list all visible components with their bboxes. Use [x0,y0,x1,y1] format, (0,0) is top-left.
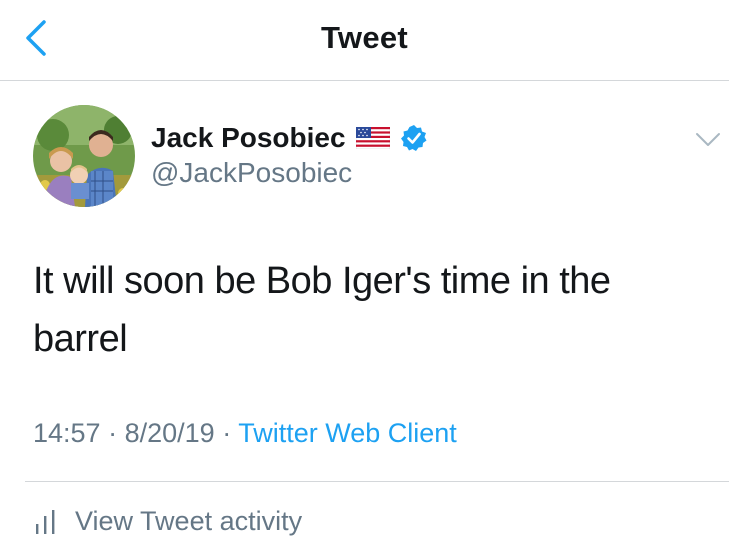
verified-badge-icon [400,125,427,151]
us-flag-icon [355,127,390,149]
tweet-date: 8/20/19 [124,418,215,448]
author-name-row: Jack Posobiec [151,118,428,158]
view-tweet-activity-button[interactable]: View Tweet activity [33,506,302,537]
activity-label: View Tweet activity [75,506,303,536]
page-title: Tweet [320,20,409,55]
avatar-photo [33,105,135,207]
tweet-source-link[interactable]: Twitter Web Client [238,418,457,448]
author-handle[interactable]: @JackPosobiec [151,157,352,189]
divider [25,481,729,482]
navigation-bar: Tweet [0,0,729,81]
bar-chart-icon [36,509,55,534]
tweet-text: It will soon be Bob Iger's time in the b… [33,260,611,360]
tweet-meta: 14:57 · 8/20/19 · Twitter Web Client [33,418,457,449]
tweet-time: 14:57 [33,418,101,448]
avatar[interactable] [33,105,135,207]
author-name[interactable]: Jack Posobiec [151,122,346,154]
chevron-down-icon[interactable] [694,130,722,150]
meta-separator: · [222,418,232,448]
meta-separator: · [108,418,118,448]
